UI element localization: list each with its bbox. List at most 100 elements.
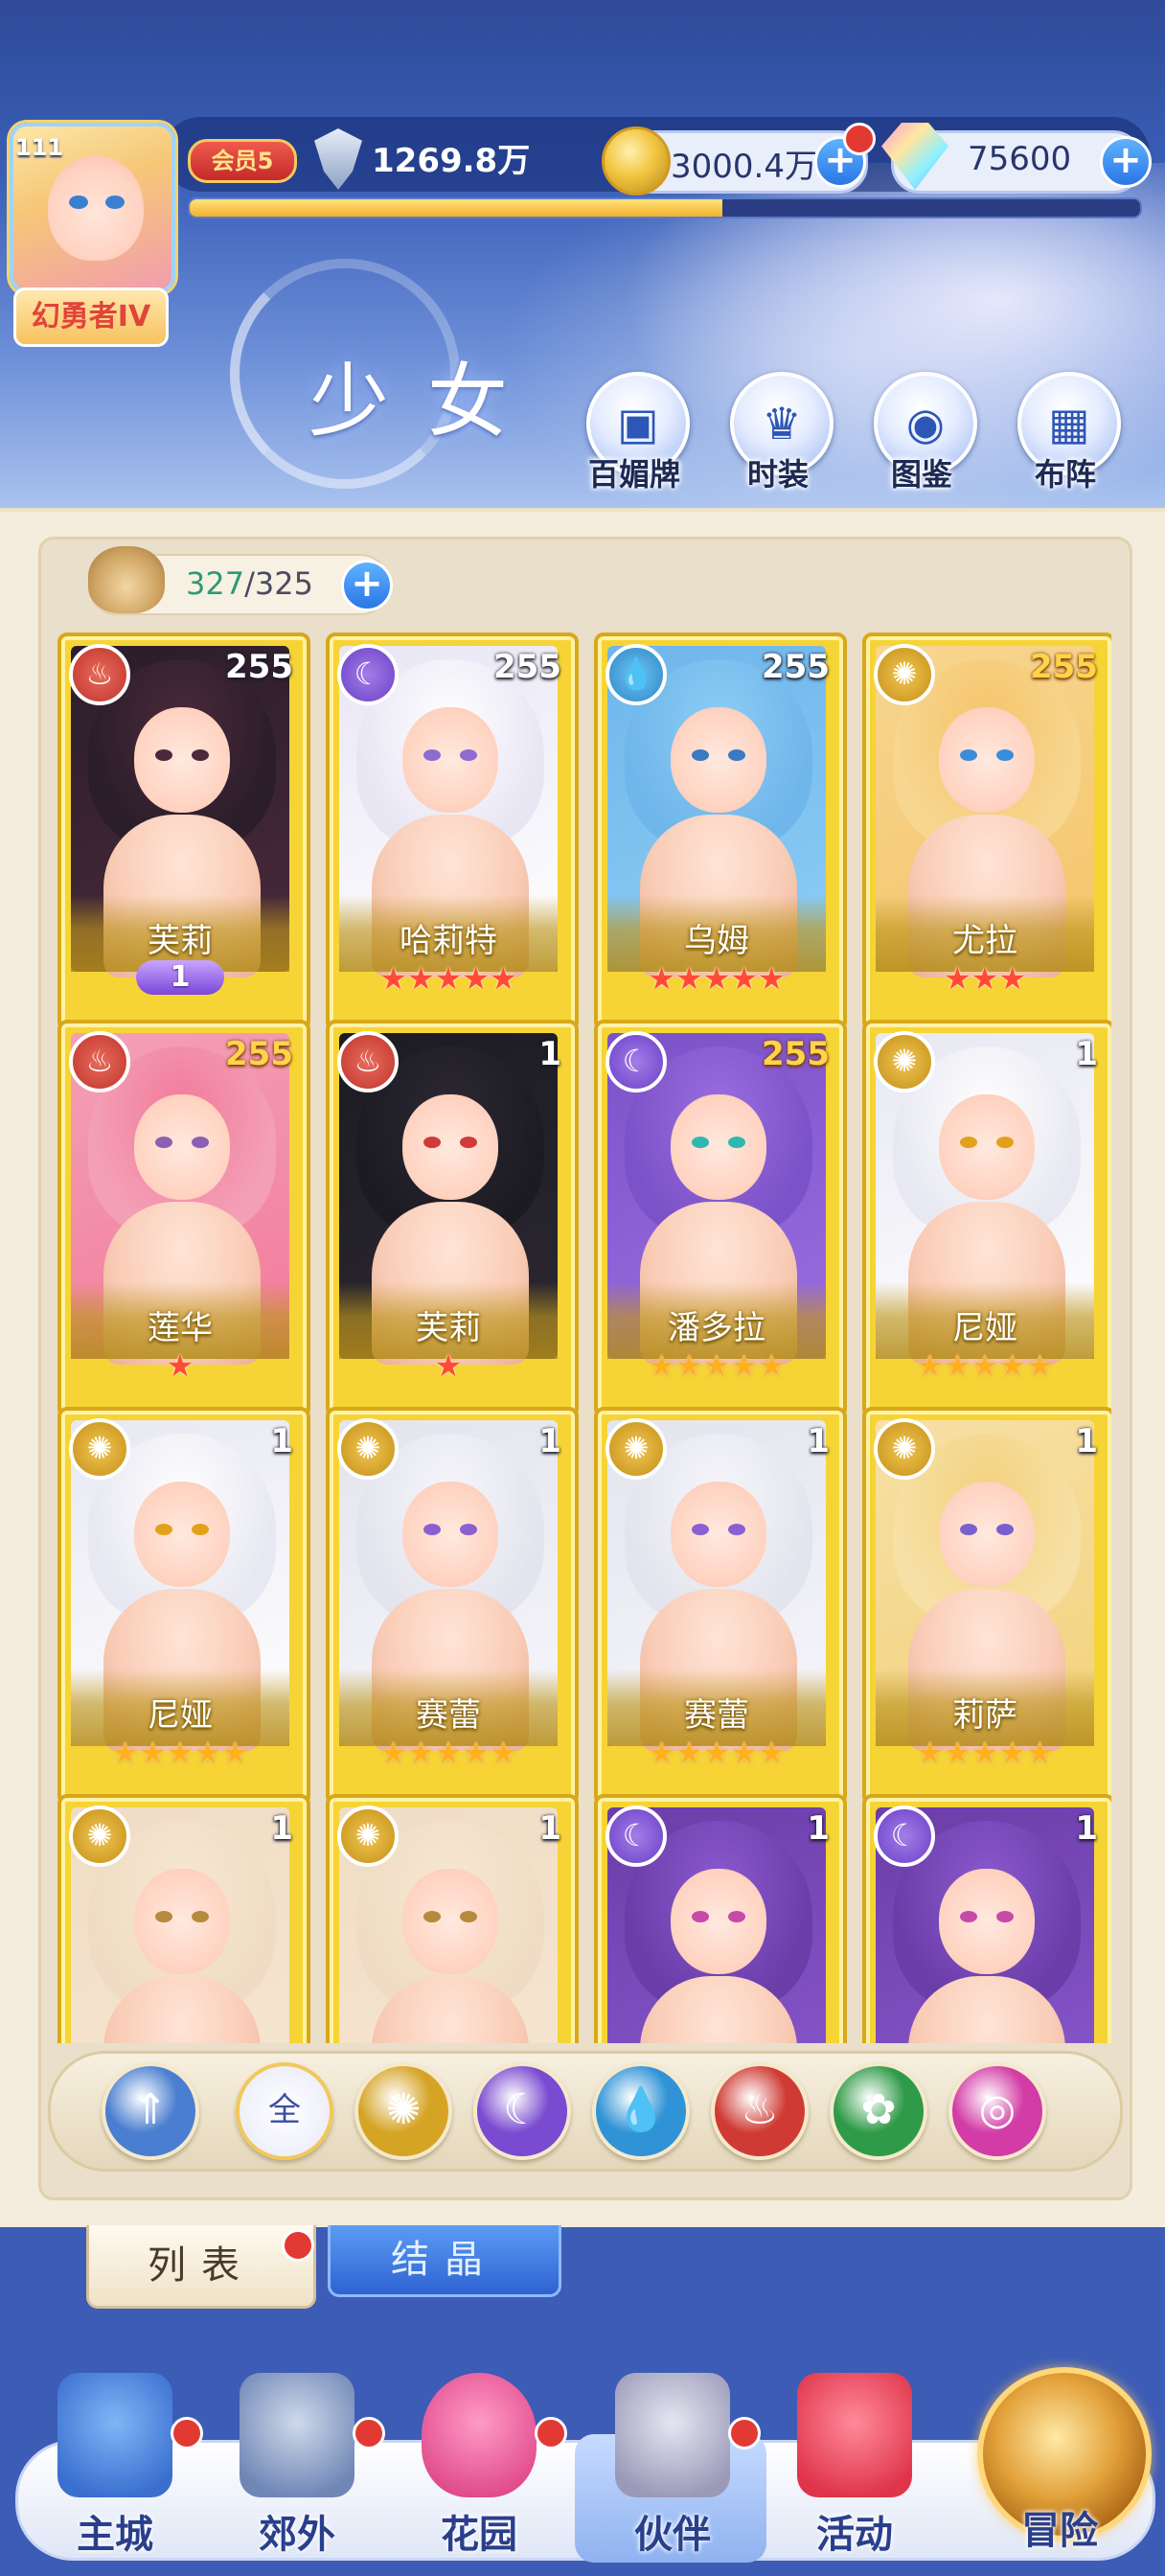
gold-value: 3000.4万 [671, 148, 817, 186]
sun-icon: ✺ [69, 1806, 130, 1867]
character-card[interactable]: ✺ 1 尼娅 ★★★★★ [57, 1407, 310, 1806]
character-name: 尼娅 [148, 1696, 213, 1735]
star-rating: ★★★★★ [916, 1735, 1054, 1771]
player-title[interactable]: 幻勇者IV [13, 288, 169, 347]
castle-icon [57, 2373, 172, 2497]
sun-icon: ✺ [874, 1418, 935, 1480]
character-level: 1 [1075, 1422, 1098, 1460]
character-card[interactable]: ✺ 255 尤拉 ★★★ [862, 632, 1111, 1031]
star-rating: ★★★★★ [648, 960, 786, 997]
sun-filter-button[interactable]: ✺ [354, 2062, 452, 2160]
character-card[interactable]: ♨ 1 芙莉 ★ [326, 1020, 579, 1418]
fire-filter-button[interactable]: ♨ [711, 2062, 809, 2160]
character-level: 255 [225, 648, 293, 686]
sun-icon: ✺ [337, 1806, 399, 1867]
moon-icon: ☾ [605, 1806, 667, 1867]
power-value: 1269.8万 [372, 142, 531, 180]
character-card[interactable]: ☾ 255 潘多拉 ★★★★★ [594, 1020, 847, 1418]
bag-icon [88, 546, 165, 613]
portal-icon [240, 2373, 354, 2497]
outfit-button[interactable]: ♛ 时装 [720, 372, 835, 506]
moon-icon: ☾ [503, 2085, 541, 2134]
all-filter-button[interactable]: 全 [236, 2062, 333, 2160]
moon-filter-button[interactable]: ☾ [473, 2062, 571, 2160]
vip-badge[interactable]: 会员5 [188, 139, 297, 183]
player-level: 111 [15, 134, 64, 161]
star-rating: ★★★★★ [916, 1347, 1054, 1384]
gold-coin-icon [602, 126, 671, 196]
nav-events[interactable]: 活动 [768, 2373, 941, 2564]
character-level: 255 [762, 1035, 830, 1073]
character-level: 1 [807, 1422, 830, 1460]
formation-button[interactable]: ▦ 布阵 [1008, 372, 1123, 506]
character-card[interactable]: ☾ 1 [862, 1794, 1111, 2043]
sun-icon: ✺ [69, 1418, 130, 1480]
character-level: 1 [538, 1422, 561, 1460]
expand-roster-button[interactable]: + [341, 560, 393, 611]
moon-icon: ☾ [605, 1031, 667, 1092]
star-rating: ★★★ [943, 960, 1027, 997]
tab-crystal[interactable]: 结晶 [328, 2225, 561, 2297]
character-level: 1 [1075, 1035, 1098, 1073]
character-card[interactable]: ✺ 1 [326, 1794, 579, 2043]
star-rating: ★★★★★ [648, 1347, 786, 1384]
star-rating: ★★★★★ [379, 960, 517, 997]
tornado-icon: ✿ [860, 2085, 897, 2134]
nav-adventure[interactable]: 冒险 [973, 2359, 1146, 2553]
notification-dot [353, 2417, 385, 2450]
character-level: 1 [1075, 1809, 1098, 1848]
character-level: 255 [762, 648, 830, 686]
character-grid: ♨ 255 芙莉 1 ☾ 255 哈莉特 ★★★★★ 💧 255 乌姆 ★★★★★ ✺ 255 尤拉 ★★★ ♨… [57, 632, 1111, 2043]
sun-icon: ✺ [874, 1031, 935, 1092]
character-card[interactable]: ✺ 1 赛蕾 ★★★★★ [594, 1407, 847, 1806]
star-rating: ★★★★★ [379, 1735, 517, 1771]
sun-icon: ✺ [605, 1418, 667, 1480]
character-level: 1 [538, 1809, 561, 1848]
notification-dot [843, 123, 876, 155]
character-name: 芙莉 [416, 1309, 481, 1347]
water-drop-filter-button[interactable]: 💧 [592, 2062, 690, 2160]
notification-dot [171, 2417, 203, 2450]
character-card[interactable]: ☾ 1 [594, 1794, 847, 2043]
tab-list[interactable]: 列表 [86, 2225, 316, 2309]
partner-icon [615, 2373, 730, 2497]
character-level: 1 [270, 1809, 293, 1848]
character-card[interactable]: ♨ 255 芙莉 1 [57, 632, 310, 1031]
character-card[interactable]: ☾ 255 哈莉特 ★★★★★ [326, 632, 579, 1031]
character-level: 255 [1030, 648, 1098, 686]
character-name: 莉萨 [952, 1696, 1017, 1735]
character-name: 哈莉特 [400, 922, 497, 960]
character-level: 255 [225, 1035, 293, 1073]
character-card[interactable]: ✺ 1 [57, 1794, 310, 2043]
add-gem-button[interactable]: + [1100, 136, 1152, 188]
wind-arrow-icon: ⇑ [132, 2085, 169, 2134]
codex-button[interactable]: ◉ 图鉴 [864, 372, 979, 506]
nav-garden[interactable]: 花园 [393, 2373, 565, 2564]
sun-icon: ✺ [385, 2085, 422, 2134]
water-drop-icon: 💧 [605, 644, 667, 705]
fire-icon: ♨ [69, 644, 130, 705]
nav-outskirts[interactable]: 郊外 [211, 2373, 383, 2564]
notification-dot [728, 2417, 761, 2450]
heart-icon [422, 2373, 537, 2497]
notification-dot [282, 2229, 314, 2262]
character-name: 莲华 [148, 1309, 213, 1347]
character-card[interactable]: ✺ 1 莉萨 ★★★★★ [862, 1407, 1111, 1806]
character-card[interactable]: ✺ 1 尼娅 ★★★★★ [862, 1020, 1111, 1418]
character-card[interactable]: ♨ 255 莲华 ★ [57, 1020, 310, 1418]
wind-arrow-filter-button[interactable]: ⇑ [102, 2062, 199, 2160]
tornado-filter-button[interactable]: ✿ [830, 2062, 927, 2160]
cards-button[interactable]: ▣ 百媚牌 [577, 372, 692, 506]
character-card[interactable]: 💧 255 乌姆 ★★★★★ [594, 632, 847, 1031]
roster-count: 327/325 [186, 565, 313, 602]
character-name: 潘多拉 [668, 1309, 765, 1347]
star-rating: ★★★★★ [111, 1735, 249, 1771]
orb-filter-button[interactable]: ◎ [948, 2062, 1046, 2160]
notification-dot [535, 2417, 567, 2450]
character-level: 1 [538, 1035, 561, 1073]
fire-icon: ♨ [69, 1031, 130, 1092]
character-card[interactable]: ✺ 1 赛蕾 ★★★★★ [326, 1407, 579, 1806]
nav-main-city[interactable]: 主城 [29, 2373, 201, 2564]
moon-icon: ☾ [337, 644, 399, 705]
nav-partners[interactable]: 伙伴 [586, 2373, 759, 2564]
